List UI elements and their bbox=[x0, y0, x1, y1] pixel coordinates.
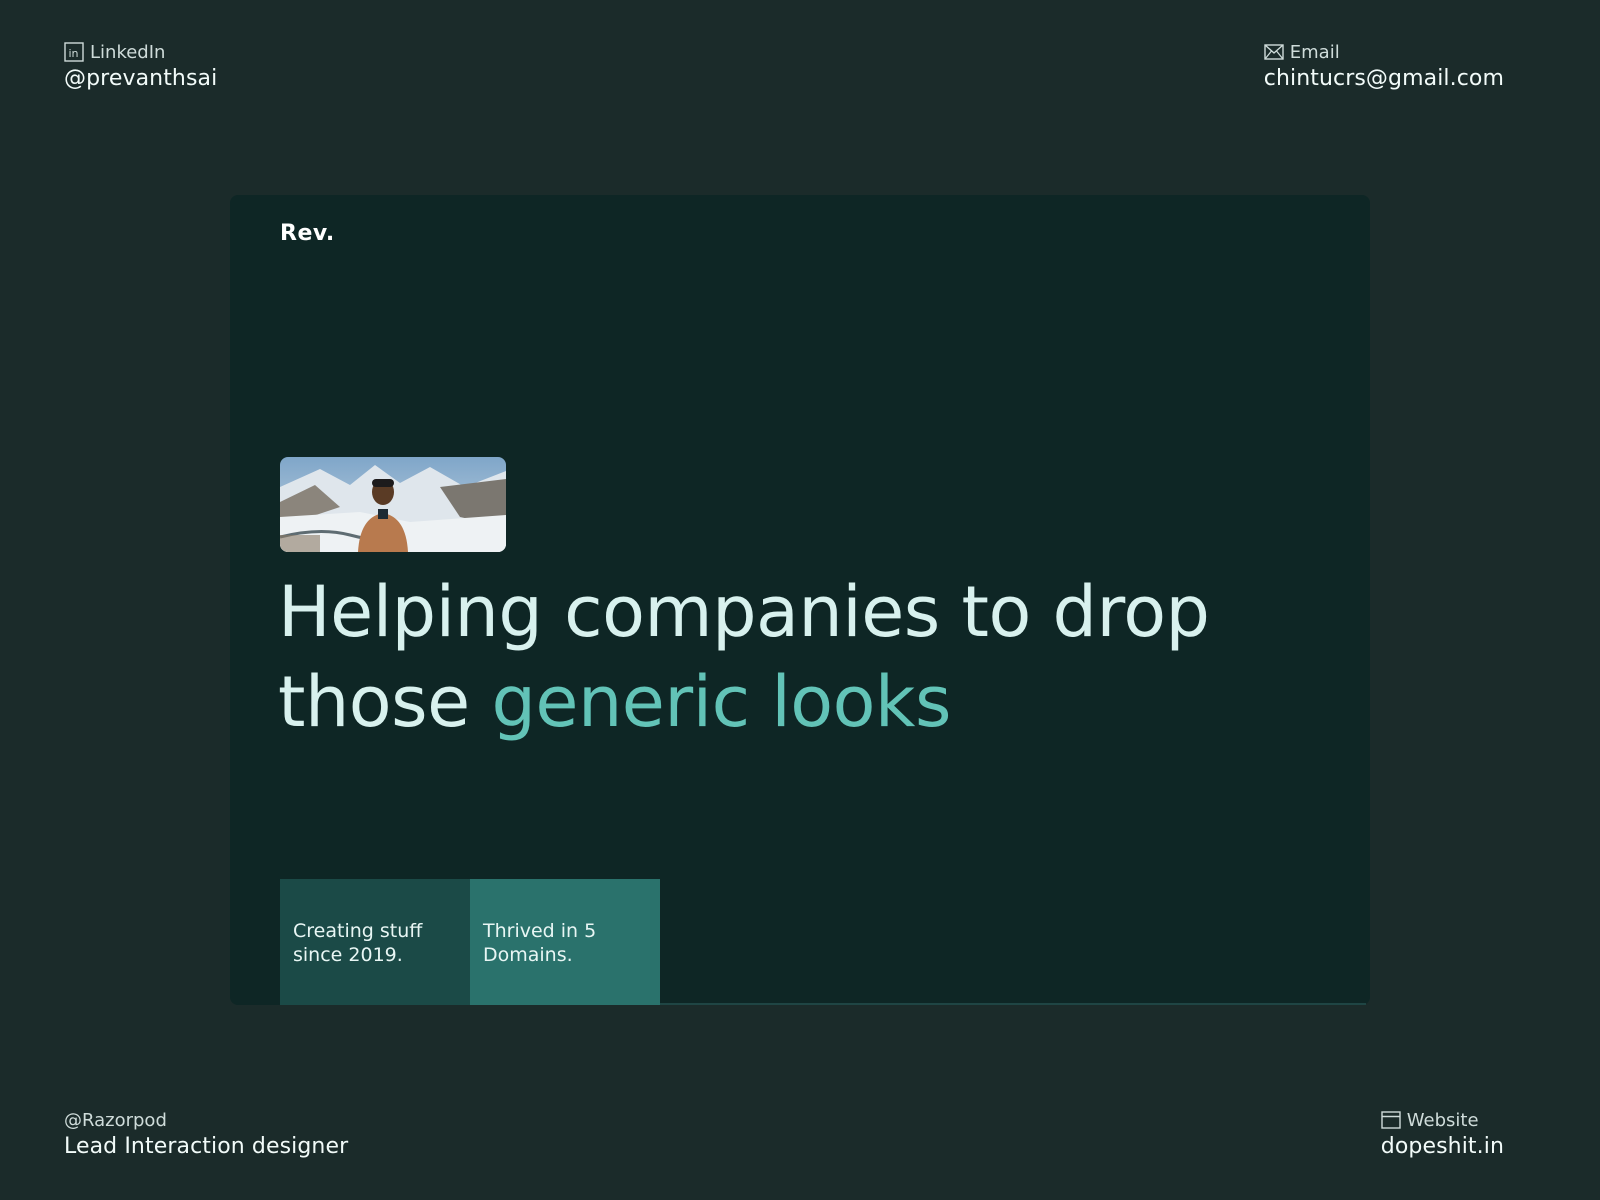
email-address[interactable]: chintucrs@gmail.com bbox=[1264, 66, 1504, 91]
brand-logo[interactable]: Rev. bbox=[280, 221, 335, 246]
hero-card: Rev. Helping companies to drop those gen… bbox=[230, 195, 1370, 1005]
role-info: @Razorpod Lead Interaction designer bbox=[64, 1108, 349, 1160]
mail-icon bbox=[1264, 42, 1284, 62]
browser-window-icon bbox=[1381, 1110, 1401, 1130]
email-label-row: Email bbox=[1264, 40, 1340, 64]
linkedin-label-row: in LinkedIn bbox=[64, 40, 217, 64]
email-contact[interactable]: Email chintucrs@gmail.com bbox=[1264, 40, 1504, 92]
stat-domains: Thrived in 5 Domains. bbox=[470, 879, 660, 1005]
stat-since-2019: Creating stuff since 2019. bbox=[280, 879, 470, 1005]
linkedin-handle[interactable]: @prevanthsai bbox=[64, 66, 217, 91]
company-handle[interactable]: @Razorpod bbox=[64, 1110, 167, 1131]
hero-headline: Helping companies to drop those generic … bbox=[278, 567, 1338, 747]
email-label: Email bbox=[1289, 41, 1340, 63]
website-contact[interactable]: Website dopeshit.in bbox=[1381, 1108, 1504, 1160]
linkedin-label: LinkedIn bbox=[90, 41, 166, 63]
svg-text:in: in bbox=[69, 47, 79, 60]
website-url[interactable]: dopeshit.in bbox=[1381, 1134, 1504, 1159]
job-title: Lead Interaction designer bbox=[64, 1134, 349, 1159]
stats-row: Creating stuff since 2019. Thrived in 5 … bbox=[280, 879, 660, 1005]
website-label-row: Website bbox=[1381, 1108, 1479, 1132]
linkedin-icon: in bbox=[64, 42, 84, 62]
headline-accent: generic looks bbox=[491, 661, 951, 743]
linkedin-contact[interactable]: in LinkedIn @prevanthsai bbox=[64, 40, 217, 92]
website-label: Website bbox=[1406, 1109, 1479, 1131]
profile-photo bbox=[280, 457, 506, 552]
company-label-row: @Razorpod bbox=[64, 1108, 348, 1132]
